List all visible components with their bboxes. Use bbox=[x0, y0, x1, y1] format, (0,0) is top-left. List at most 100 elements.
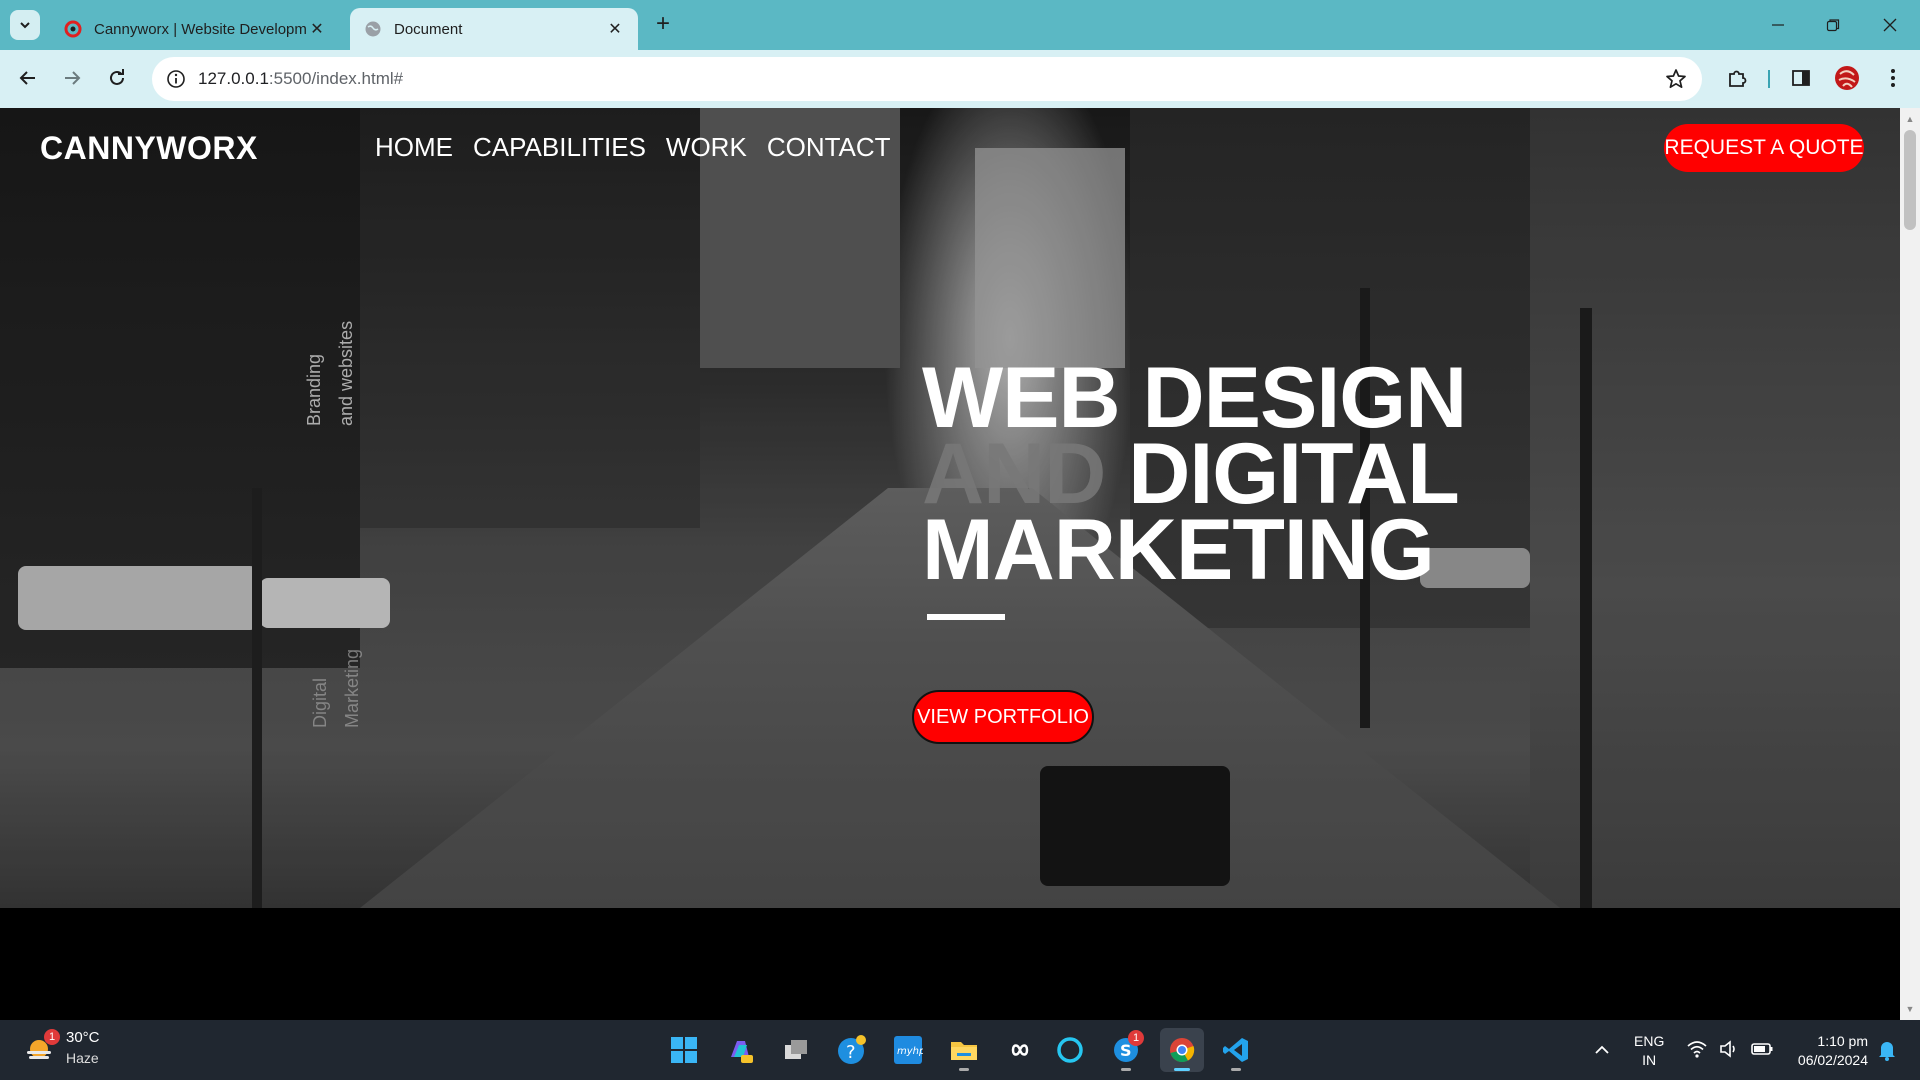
vertical-text-branding: Branding and websites bbox=[304, 320, 356, 426]
skype-app[interactable]: S 1 bbox=[1104, 1028, 1148, 1072]
wifi-icon bbox=[1687, 1041, 1707, 1058]
hero-headline: WEB DESIGN AND DIGITAL MARKETING bbox=[922, 350, 1467, 593]
copilot-icon bbox=[731, 1041, 753, 1063]
language-region: IN bbox=[1642, 1052, 1657, 1068]
headline-line-2: AND DIGITAL bbox=[922, 431, 1466, 517]
page-viewport: CANNYWORX HOME CAPABILITIES WORK CONTACT… bbox=[0, 108, 1920, 1020]
url-host: 127.0.0.1 bbox=[198, 69, 269, 88]
language-indicator[interactable]: ENG IN bbox=[1634, 1032, 1664, 1070]
close-window-button[interactable] bbox=[1870, 10, 1910, 40]
minimize-button[interactable] bbox=[1758, 10, 1798, 40]
restore-icon bbox=[1826, 19, 1840, 32]
alexa-icon bbox=[1057, 1037, 1083, 1063]
view-portfolio-button[interactable]: VIEW PORTFOLIO bbox=[912, 690, 1094, 744]
browser-toolbar: 127.0.0.1:5500/index.html# bbox=[0, 50, 1920, 108]
vscode-app[interactable] bbox=[1214, 1028, 1258, 1072]
headline-underline bbox=[927, 614, 1005, 620]
chrome-icon bbox=[1170, 1038, 1195, 1063]
start-button[interactable] bbox=[662, 1028, 706, 1072]
bookmark-star-icon[interactable] bbox=[1664, 67, 1688, 91]
running-indicator bbox=[959, 1068, 969, 1071]
browser-menu-button[interactable] bbox=[1878, 63, 1908, 93]
info-icon bbox=[167, 70, 185, 88]
toolbar-divider bbox=[1768, 70, 1770, 88]
scroll-down-arrow-icon[interactable]: ▼ bbox=[1900, 1000, 1920, 1018]
vscode-icon bbox=[1223, 1038, 1248, 1062]
chrome-app[interactable] bbox=[1160, 1028, 1204, 1072]
arrow-left-icon bbox=[19, 71, 35, 85]
myhp-app[interactable]: myhp bbox=[886, 1028, 930, 1072]
side-panel-icon bbox=[1792, 70, 1810, 86]
myhp-icon: myhp bbox=[894, 1036, 923, 1064]
weather-condition: Haze bbox=[66, 1050, 99, 1066]
tab-title: Document bbox=[394, 20, 463, 38]
avatar-icon bbox=[1835, 66, 1859, 90]
tab-title: Cannyworx | Website Developm bbox=[94, 20, 306, 38]
forward-button[interactable] bbox=[56, 62, 88, 94]
chevron-down-icon bbox=[20, 22, 30, 29]
globe-icon bbox=[365, 21, 381, 37]
haze-sun-icon: 1 bbox=[22, 1029, 60, 1065]
extensions-button[interactable] bbox=[1722, 63, 1752, 93]
profile-avatar[interactable] bbox=[1832, 63, 1862, 93]
headline-line-1: WEB DESIGN bbox=[922, 350, 1467, 446]
request-quote-button[interactable]: REQUEST A QUOTE bbox=[1664, 124, 1864, 172]
task-view-app[interactable] bbox=[774, 1028, 818, 1072]
windows-logo-icon bbox=[671, 1037, 697, 1063]
site-logo[interactable]: CANNYWORX bbox=[40, 130, 258, 167]
browser-tab-bar: Cannyworx | Website Developm ✕ Document … bbox=[0, 0, 1920, 50]
side-panel-button[interactable] bbox=[1786, 63, 1816, 93]
file-explorer-app[interactable] bbox=[942, 1028, 986, 1072]
vertical-text-digital-marketing: Digital Marketing bbox=[310, 648, 362, 728]
volume-icon bbox=[1720, 1040, 1735, 1058]
nav-home[interactable]: HOME bbox=[375, 132, 453, 163]
tab-cannyworx[interactable]: Cannyworx | Website Developm ✕ bbox=[50, 8, 340, 50]
svg-text:?: ? bbox=[846, 1042, 856, 1063]
show-hidden-icons-button[interactable] bbox=[1590, 1038, 1614, 1062]
more-vertical-icon bbox=[1891, 69, 1895, 87]
restore-button[interactable] bbox=[1813, 10, 1853, 40]
tab-document[interactable]: Document ✕ bbox=[350, 8, 638, 50]
copilot-app[interactable] bbox=[718, 1028, 762, 1072]
chevron-up-icon bbox=[1595, 1045, 1609, 1054]
scrollbar-thumb[interactable] bbox=[1904, 130, 1916, 230]
scroll-up-arrow-icon[interactable]: ▲ bbox=[1900, 110, 1920, 128]
weather-temperature: 30°C bbox=[66, 1029, 100, 1046]
battery-icon bbox=[1751, 1043, 1773, 1055]
nav-work[interactable]: WORK bbox=[666, 132, 747, 163]
active-indicator bbox=[1174, 1068, 1190, 1071]
page-scrollbar[interactable]: ▲ ▼ bbox=[1900, 108, 1920, 1020]
svg-text:myhp: myhp bbox=[897, 1046, 923, 1057]
notifications-button[interactable] bbox=[1876, 1038, 1898, 1062]
site-info-button[interactable] bbox=[156, 59, 196, 99]
help-app[interactable]: ? bbox=[830, 1028, 874, 1072]
nav-contact[interactable]: CONTACT bbox=[767, 132, 891, 163]
infinity-icon bbox=[1011, 1044, 1029, 1056]
weather-widget[interactable]: 1 30°C Haze bbox=[22, 1028, 100, 1068]
close-icon bbox=[1883, 18, 1897, 32]
task-view-icon bbox=[785, 1040, 807, 1059]
reload-button[interactable] bbox=[101, 62, 133, 94]
running-indicator bbox=[1231, 1068, 1241, 1071]
tab-search-button[interactable] bbox=[10, 10, 40, 40]
close-tab-icon[interactable]: ✕ bbox=[306, 18, 328, 40]
system-tray-icons[interactable] bbox=[1686, 1038, 1774, 1060]
language-code: ENG bbox=[1634, 1033, 1665, 1049]
help-icon: ? bbox=[838, 1035, 866, 1064]
address-bar[interactable]: 127.0.0.1:5500/index.html# bbox=[152, 57, 1702, 101]
bell-icon bbox=[1879, 1042, 1895, 1061]
back-button[interactable] bbox=[12, 62, 44, 94]
close-tab-icon[interactable]: ✕ bbox=[604, 18, 626, 40]
site-favicon-icon bbox=[64, 20, 82, 38]
folder-icon bbox=[951, 1042, 977, 1060]
minimize-icon bbox=[1772, 24, 1784, 26]
new-tab-button[interactable]: + bbox=[650, 12, 676, 38]
url-path: :5500/index.html# bbox=[268, 69, 404, 88]
arrow-right-icon bbox=[65, 71, 81, 85]
weather-badge: 1 bbox=[44, 1029, 60, 1045]
nav-capabilities[interactable]: CAPABILITIES bbox=[473, 132, 646, 163]
reload-icon bbox=[110, 69, 124, 85]
system-clock[interactable]: 1:10 pm 06/02/2024 bbox=[1786, 1032, 1868, 1070]
alexa-app[interactable] bbox=[1048, 1028, 1092, 1072]
meta-app[interactable] bbox=[998, 1028, 1042, 1072]
